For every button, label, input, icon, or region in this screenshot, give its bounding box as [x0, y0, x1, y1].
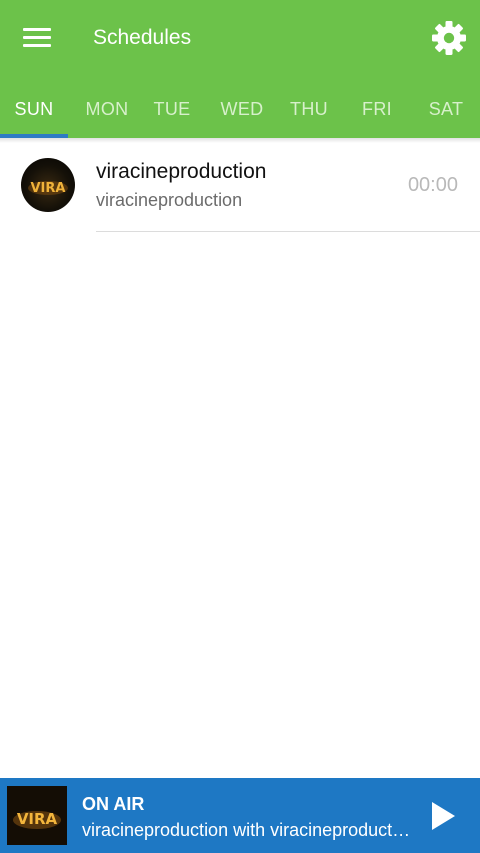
app-bar: Schedules SUN MON TUE WED THU FRI SAT — [0, 0, 480, 138]
logo-text: VIRA — [31, 181, 66, 196]
on-air-label: ON AIR — [82, 794, 145, 814]
tab-sat[interactable]: SAT — [414, 80, 478, 138]
tab-sun[interactable]: SUN — [0, 80, 68, 138]
show-host: viracineproduction — [96, 190, 243, 210]
gear-icon[interactable] — [428, 17, 470, 59]
player-logo-text: VIRA — [17, 810, 58, 828]
player-artwork: VIRA — [7, 786, 67, 845]
schedule-list-item[interactable]: VIRA viracineproduction viracineproducti… — [0, 143, 480, 232]
show-title: viracineproduction — [96, 160, 267, 183]
day-tabs: SUN MON TUE WED THU FRI SAT — [0, 80, 480, 138]
play-icon[interactable] — [422, 796, 462, 836]
tab-tue[interactable]: TUE — [142, 80, 202, 138]
tab-fri[interactable]: FRI — [348, 80, 406, 138]
show-time: 00:00 — [407, 174, 458, 196]
tab-mon[interactable]: MON — [72, 80, 142, 138]
now-playing-bar[interactable]: VIRA ON AIR viracineproduction with vira… — [0, 778, 480, 853]
tab-thu[interactable]: THU — [278, 80, 340, 138]
tab-wed[interactable]: WED — [208, 80, 276, 138]
now-playing-text: viracineproduction with viracineproducti… — [82, 820, 412, 840]
page-title: Schedules — [93, 26, 192, 49]
hamburger-menu-icon[interactable] — [14, 18, 60, 58]
list-divider — [96, 231, 480, 232]
show-logo-avatar: VIRA — [21, 158, 75, 212]
